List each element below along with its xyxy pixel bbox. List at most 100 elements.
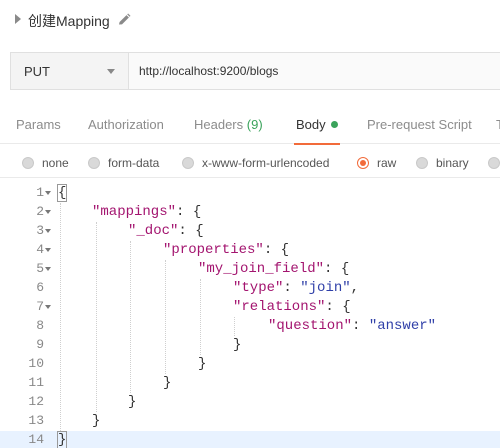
tab-label: T — [496, 117, 500, 132]
radio-label: form-data — [108, 156, 160, 170]
code-text: "question": "answer" — [268, 318, 436, 334]
json-punct: : { — [178, 223, 204, 239]
json-key: "relations" — [233, 299, 326, 315]
code-line: 10 } — [0, 355, 500, 374]
body-code-editor[interactable]: 1 { 2 "mappings": { 3 "_doc": { 4 "prope… — [0, 182, 500, 448]
code-line: 2 "mappings": { — [0, 203, 500, 222]
code-line-active: 14 } — [0, 431, 500, 448]
line-number: 14 — [28, 432, 44, 447]
json-key: "my_join_field" — [198, 261, 325, 277]
code-text: } — [128, 394, 137, 410]
code-line: 3 "_doc": { — [0, 222, 500, 241]
json-key: "_doc" — [128, 223, 179, 239]
line-number: 3 — [36, 223, 44, 238]
json-punct: : { — [263, 242, 290, 258]
fold-caret-icon[interactable] — [45, 305, 51, 309]
code-text: } — [163, 375, 172, 391]
tab-body[interactable]: Body — [294, 106, 340, 145]
line-number: 7 — [36, 299, 44, 314]
method-select[interactable]: PUT — [11, 53, 129, 89]
tab-tests[interactable]: T — [496, 106, 500, 144]
line-number: 8 — [36, 318, 44, 333]
json-key: "question" — [268, 318, 353, 334]
line-number: 4 — [36, 242, 44, 257]
code-line: 7 "relations": { — [0, 298, 500, 317]
code-line: 6 "type": "join", — [0, 279, 500, 298]
body-indicator-dot — [330, 121, 338, 128]
request-url-bar: PUT — [10, 52, 500, 90]
code-text: { — [56, 184, 68, 202]
json-key: "properties" — [163, 242, 264, 258]
radio-x-www-form-urlencoded[interactable]: x-www-form-urlencoded — [182, 155, 329, 171]
tab-params[interactable]: Params — [16, 106, 61, 144]
fold-caret-icon[interactable] — [45, 248, 51, 252]
radio-label: x-www-form-urlencoded — [202, 156, 330, 170]
fold-caret-icon[interactable] — [45, 210, 51, 214]
code-text: } — [56, 431, 68, 448]
radio-more[interactable] — [488, 155, 500, 171]
code-line: 5 "my_join_field": { — [0, 260, 500, 279]
json-punct: : { — [324, 261, 350, 277]
line-number: 1 — [36, 185, 44, 200]
json-punct: , — [350, 280, 360, 296]
fold-caret-icon[interactable] — [45, 229, 51, 233]
radio-indicator — [182, 157, 194, 169]
line-number: 12 — [28, 394, 44, 409]
line-number: 11 — [28, 375, 44, 390]
collapse-caret-icon[interactable] — [15, 14, 21, 24]
radio-label: none — [42, 156, 69, 170]
json-string: "join" — [300, 280, 351, 296]
tab-label: Pre-request Script — [367, 117, 472, 132]
code-text: "relations": { — [233, 299, 351, 315]
radio-binary[interactable]: binary — [416, 155, 469, 171]
code-line: 4 "properties": { — [0, 241, 500, 260]
code-text: "properties": { — [163, 242, 289, 258]
tab-label: Body — [296, 117, 326, 132]
fold-caret-icon[interactable] — [45, 191, 51, 195]
method-value: PUT — [24, 64, 50, 79]
radio-indicator — [357, 157, 369, 169]
request-tabs: Params Authorization Headers (9) Body Pr… — [0, 106, 500, 145]
json-string: "answer" — [368, 318, 437, 334]
radio-indicator — [488, 157, 500, 169]
code-text: } — [92, 413, 101, 429]
tab-label: Params — [16, 117, 61, 132]
radio-none[interactable]: none — [22, 155, 69, 171]
tab-label: Headers — [194, 117, 244, 132]
json-punct: : { — [325, 299, 351, 315]
tab-headers[interactable]: Headers (9) — [194, 106, 263, 144]
json-key: "mappings" — [92, 204, 177, 220]
radio-label: raw — [377, 156, 397, 170]
headers-count: (9) — [246, 117, 263, 132]
body-type-options: none form-data x-www-form-urlencoded raw… — [0, 148, 500, 178]
code-text: } — [198, 356, 207, 372]
radio-indicator — [22, 157, 34, 169]
code-text: "_doc": { — [128, 223, 204, 239]
code-line: 12 } — [0, 393, 500, 412]
line-number: 6 — [36, 280, 44, 295]
code-line: 9 } — [0, 336, 500, 355]
line-number: 13 — [28, 413, 44, 428]
open-brace: { — [56, 184, 68, 202]
json-punct: : — [352, 318, 369, 334]
fold-caret-icon[interactable] — [45, 267, 51, 271]
request-title[interactable]: 创建Mapping — [28, 11, 110, 31]
code-text: "mappings": { — [92, 204, 201, 220]
url-input[interactable] — [130, 53, 500, 89]
radio-indicator — [416, 157, 428, 169]
radio-raw[interactable]: raw — [357, 155, 396, 171]
code-text: } — [233, 337, 242, 353]
line-number: 2 — [36, 204, 44, 219]
code-line: 8 "question": "answer" — [0, 317, 500, 336]
radio-label: binary — [436, 156, 469, 170]
code-line: 1 { — [0, 184, 500, 203]
pencil-icon[interactable] — [116, 12, 132, 28]
radio-form-data[interactable]: form-data — [88, 155, 159, 171]
tab-authorization[interactable]: Authorization — [88, 106, 164, 144]
chevron-down-icon — [107, 69, 115, 74]
code-line: 13 } — [0, 412, 500, 431]
code-text: "my_join_field": { — [198, 261, 349, 277]
json-punct: : — [283, 280, 301, 296]
line-number: 5 — [36, 261, 44, 276]
tab-pre-request-script[interactable]: Pre-request Script — [367, 106, 472, 144]
